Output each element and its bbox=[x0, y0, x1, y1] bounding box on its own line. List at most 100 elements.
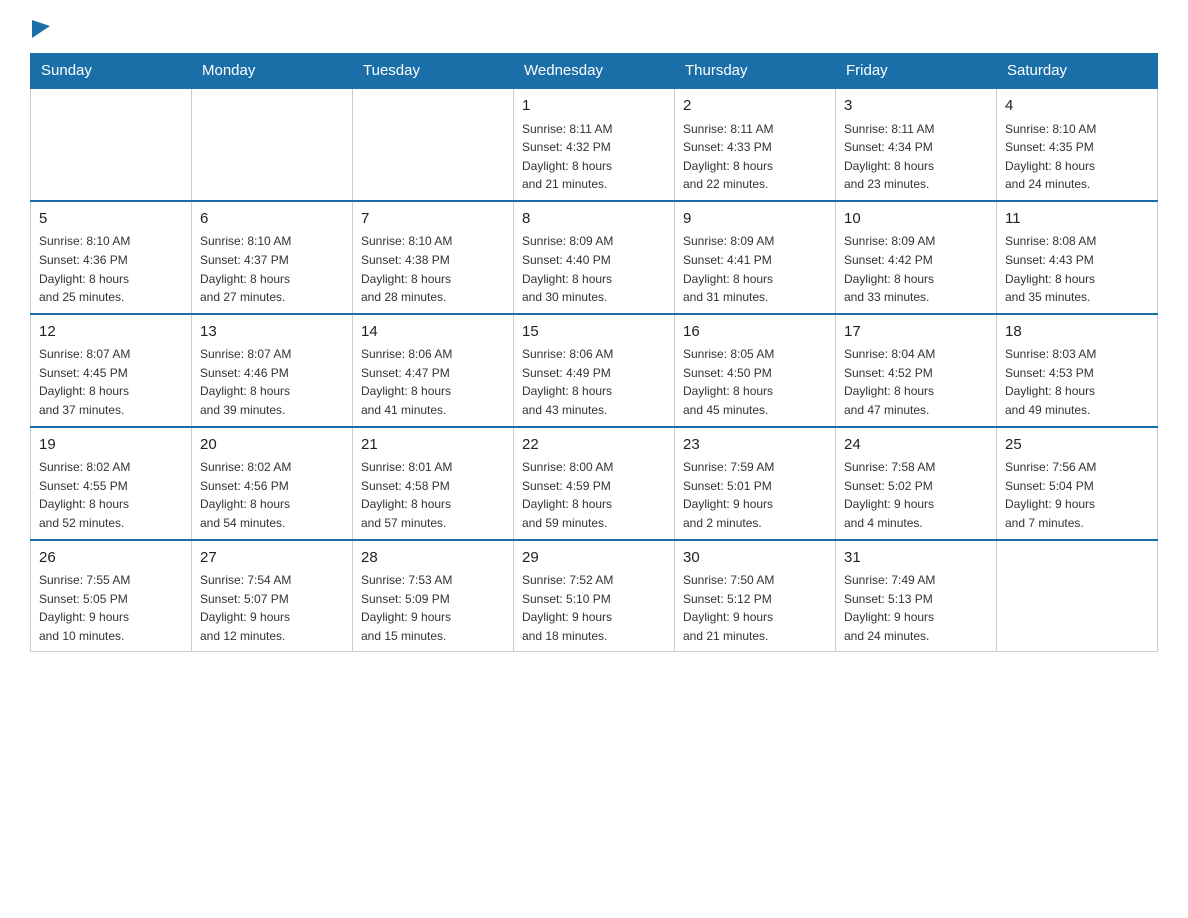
day-info: Sunrise: 8:09 AM Sunset: 4:40 PM Dayligh… bbox=[522, 232, 666, 306]
weekday-header-row: SundayMondayTuesdayWednesdayThursdayFrid… bbox=[31, 54, 1158, 89]
calendar-cell: 26Sunrise: 7:55 AM Sunset: 5:05 PM Dayli… bbox=[31, 540, 192, 652]
calendar-cell: 4Sunrise: 8:10 AM Sunset: 4:35 PM Daylig… bbox=[997, 88, 1158, 201]
day-number: 13 bbox=[200, 321, 344, 344]
weekday-header-monday: Monday bbox=[192, 54, 353, 89]
day-info: Sunrise: 8:11 AM Sunset: 4:34 PM Dayligh… bbox=[844, 120, 988, 194]
calendar-cell: 25Sunrise: 7:56 AM Sunset: 5:04 PM Dayli… bbox=[997, 427, 1158, 540]
calendar-cell: 1Sunrise: 8:11 AM Sunset: 4:32 PM Daylig… bbox=[514, 88, 675, 201]
calendar-cell: 19Sunrise: 8:02 AM Sunset: 4:55 PM Dayli… bbox=[31, 427, 192, 540]
day-info: Sunrise: 8:10 AM Sunset: 4:36 PM Dayligh… bbox=[39, 232, 183, 306]
calendar-table: SundayMondayTuesdayWednesdayThursdayFrid… bbox=[30, 53, 1158, 652]
weekday-header-thursday: Thursday bbox=[675, 54, 836, 89]
day-number: 23 bbox=[683, 434, 827, 457]
weekday-header-sunday: Sunday bbox=[31, 54, 192, 89]
day-number: 1 bbox=[522, 95, 666, 118]
week-row-2: 5Sunrise: 8:10 AM Sunset: 4:36 PM Daylig… bbox=[31, 201, 1158, 314]
week-row-5: 26Sunrise: 7:55 AM Sunset: 5:05 PM Dayli… bbox=[31, 540, 1158, 652]
calendar-cell: 29Sunrise: 7:52 AM Sunset: 5:10 PM Dayli… bbox=[514, 540, 675, 652]
day-number: 20 bbox=[200, 434, 344, 457]
calendar-cell: 27Sunrise: 7:54 AM Sunset: 5:07 PM Dayli… bbox=[192, 540, 353, 652]
day-info: Sunrise: 8:10 AM Sunset: 4:38 PM Dayligh… bbox=[361, 232, 505, 306]
day-info: Sunrise: 8:00 AM Sunset: 4:59 PM Dayligh… bbox=[522, 458, 666, 532]
page-header bbox=[30, 20, 1158, 43]
day-number: 22 bbox=[522, 434, 666, 457]
calendar-cell bbox=[997, 540, 1158, 652]
day-info: Sunrise: 7:55 AM Sunset: 5:05 PM Dayligh… bbox=[39, 571, 183, 645]
day-number: 28 bbox=[361, 547, 505, 570]
day-number: 7 bbox=[361, 208, 505, 231]
day-number: 8 bbox=[522, 208, 666, 231]
week-row-1: 1Sunrise: 8:11 AM Sunset: 4:32 PM Daylig… bbox=[31, 88, 1158, 201]
day-number: 19 bbox=[39, 434, 183, 457]
calendar-cell: 7Sunrise: 8:10 AM Sunset: 4:38 PM Daylig… bbox=[353, 201, 514, 314]
day-info: Sunrise: 7:50 AM Sunset: 5:12 PM Dayligh… bbox=[683, 571, 827, 645]
calendar-cell: 31Sunrise: 7:49 AM Sunset: 5:13 PM Dayli… bbox=[836, 540, 997, 652]
day-info: Sunrise: 7:59 AM Sunset: 5:01 PM Dayligh… bbox=[683, 458, 827, 532]
day-number: 2 bbox=[683, 95, 827, 118]
day-number: 3 bbox=[844, 95, 988, 118]
day-info: Sunrise: 8:11 AM Sunset: 4:33 PM Dayligh… bbox=[683, 120, 827, 194]
day-info: Sunrise: 7:49 AM Sunset: 5:13 PM Dayligh… bbox=[844, 571, 988, 645]
calendar-cell: 5Sunrise: 8:10 AM Sunset: 4:36 PM Daylig… bbox=[31, 201, 192, 314]
day-number: 4 bbox=[1005, 95, 1149, 118]
day-info: Sunrise: 8:10 AM Sunset: 4:35 PM Dayligh… bbox=[1005, 120, 1149, 194]
logo bbox=[30, 20, 50, 43]
calendar-cell: 23Sunrise: 7:59 AM Sunset: 5:01 PM Dayli… bbox=[675, 427, 836, 540]
day-info: Sunrise: 8:03 AM Sunset: 4:53 PM Dayligh… bbox=[1005, 345, 1149, 419]
calendar-cell: 10Sunrise: 8:09 AM Sunset: 4:42 PM Dayli… bbox=[836, 201, 997, 314]
day-number: 17 bbox=[844, 321, 988, 344]
calendar-cell: 11Sunrise: 8:08 AM Sunset: 4:43 PM Dayli… bbox=[997, 201, 1158, 314]
day-info: Sunrise: 8:09 AM Sunset: 4:42 PM Dayligh… bbox=[844, 232, 988, 306]
day-number: 21 bbox=[361, 434, 505, 457]
day-number: 27 bbox=[200, 547, 344, 570]
calendar-cell: 22Sunrise: 8:00 AM Sunset: 4:59 PM Dayli… bbox=[514, 427, 675, 540]
weekday-header-friday: Friday bbox=[836, 54, 997, 89]
day-info: Sunrise: 8:01 AM Sunset: 4:58 PM Dayligh… bbox=[361, 458, 505, 532]
day-info: Sunrise: 7:53 AM Sunset: 5:09 PM Dayligh… bbox=[361, 571, 505, 645]
day-number: 9 bbox=[683, 208, 827, 231]
day-number: 14 bbox=[361, 321, 505, 344]
day-info: Sunrise: 8:04 AM Sunset: 4:52 PM Dayligh… bbox=[844, 345, 988, 419]
day-info: Sunrise: 7:56 AM Sunset: 5:04 PM Dayligh… bbox=[1005, 458, 1149, 532]
weekday-header-tuesday: Tuesday bbox=[353, 54, 514, 89]
day-info: Sunrise: 8:06 AM Sunset: 4:47 PM Dayligh… bbox=[361, 345, 505, 419]
calendar-cell: 6Sunrise: 8:10 AM Sunset: 4:37 PM Daylig… bbox=[192, 201, 353, 314]
weekday-header-wednesday: Wednesday bbox=[514, 54, 675, 89]
day-number: 5 bbox=[39, 208, 183, 231]
day-number: 29 bbox=[522, 547, 666, 570]
day-number: 26 bbox=[39, 547, 183, 570]
day-number: 15 bbox=[522, 321, 666, 344]
day-number: 24 bbox=[844, 434, 988, 457]
calendar-cell: 16Sunrise: 8:05 AM Sunset: 4:50 PM Dayli… bbox=[675, 314, 836, 427]
calendar-cell: 9Sunrise: 8:09 AM Sunset: 4:41 PM Daylig… bbox=[675, 201, 836, 314]
day-number: 11 bbox=[1005, 208, 1149, 231]
calendar-cell: 28Sunrise: 7:53 AM Sunset: 5:09 PM Dayli… bbox=[353, 540, 514, 652]
day-info: Sunrise: 7:52 AM Sunset: 5:10 PM Dayligh… bbox=[522, 571, 666, 645]
calendar-cell: 21Sunrise: 8:01 AM Sunset: 4:58 PM Dayli… bbox=[353, 427, 514, 540]
day-number: 30 bbox=[683, 547, 827, 570]
day-number: 25 bbox=[1005, 434, 1149, 457]
calendar-cell: 18Sunrise: 8:03 AM Sunset: 4:53 PM Dayli… bbox=[997, 314, 1158, 427]
day-info: Sunrise: 8:08 AM Sunset: 4:43 PM Dayligh… bbox=[1005, 232, 1149, 306]
calendar-cell bbox=[192, 88, 353, 201]
day-info: Sunrise: 7:58 AM Sunset: 5:02 PM Dayligh… bbox=[844, 458, 988, 532]
week-row-3: 12Sunrise: 8:07 AM Sunset: 4:45 PM Dayli… bbox=[31, 314, 1158, 427]
calendar-cell: 17Sunrise: 8:04 AM Sunset: 4:52 PM Dayli… bbox=[836, 314, 997, 427]
day-info: Sunrise: 8:02 AM Sunset: 4:55 PM Dayligh… bbox=[39, 458, 183, 532]
day-number: 16 bbox=[683, 321, 827, 344]
day-info: Sunrise: 8:10 AM Sunset: 4:37 PM Dayligh… bbox=[200, 232, 344, 306]
calendar-cell: 2Sunrise: 8:11 AM Sunset: 4:33 PM Daylig… bbox=[675, 88, 836, 201]
calendar-cell: 24Sunrise: 7:58 AM Sunset: 5:02 PM Dayli… bbox=[836, 427, 997, 540]
day-number: 12 bbox=[39, 321, 183, 344]
calendar-cell bbox=[31, 88, 192, 201]
day-info: Sunrise: 7:54 AM Sunset: 5:07 PM Dayligh… bbox=[200, 571, 344, 645]
day-number: 6 bbox=[200, 208, 344, 231]
day-number: 10 bbox=[844, 208, 988, 231]
calendar-cell: 3Sunrise: 8:11 AM Sunset: 4:34 PM Daylig… bbox=[836, 88, 997, 201]
calendar-cell bbox=[353, 88, 514, 201]
day-info: Sunrise: 8:06 AM Sunset: 4:49 PM Dayligh… bbox=[522, 345, 666, 419]
week-row-4: 19Sunrise: 8:02 AM Sunset: 4:55 PM Dayli… bbox=[31, 427, 1158, 540]
weekday-header-saturday: Saturday bbox=[997, 54, 1158, 89]
day-info: Sunrise: 8:07 AM Sunset: 4:45 PM Dayligh… bbox=[39, 345, 183, 419]
calendar-cell: 30Sunrise: 7:50 AM Sunset: 5:12 PM Dayli… bbox=[675, 540, 836, 652]
